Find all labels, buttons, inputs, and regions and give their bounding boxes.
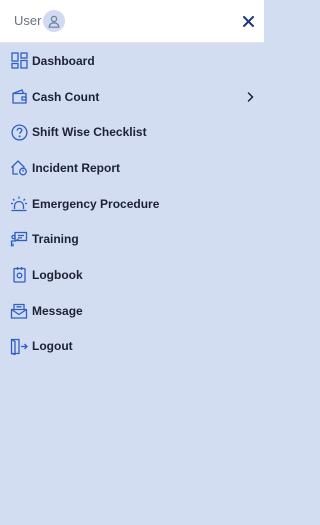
menu-item-message[interactable]: Message — [0, 293, 264, 329]
menu-item-incident-report[interactable]: Incident Report — [0, 150, 264, 186]
menu-label-dashboard: Dashboard — [32, 53, 95, 68]
menu-item-shift-wise-checklist[interactable]: Shift Wise Checklist — [0, 114, 264, 150]
chevron-right-icon[interactable] — [245, 91, 255, 102]
message-icon — [10, 302, 28, 320]
wallet-icon — [10, 88, 28, 106]
menu-label-emergency-procedure: Emergency Procedure — [32, 196, 160, 211]
menu-label-shift-wise-checklist: Shift Wise Checklist — [32, 125, 147, 140]
close-button[interactable] — [238, 11, 258, 31]
user-label: User — [14, 13, 42, 28]
logbook-icon — [10, 266, 28, 284]
alarm-icon — [10, 195, 28, 213]
menu-item-logout[interactable]: Logout — [0, 329, 264, 365]
incident-icon — [10, 159, 28, 177]
menu-item-dashboard[interactable]: Dashboard — [0, 43, 264, 79]
menu-label-incident-report: Incident Report — [32, 160, 121, 175]
drawer-header: User — [0, 0, 264, 43]
menu-label-cash-count: Cash Count — [32, 89, 100, 104]
logout-icon — [10, 337, 28, 355]
menu-item-emergency-procedure[interactable]: Emergency Procedure — [0, 186, 264, 222]
question-circle-icon — [10, 123, 28, 141]
close-icon — [242, 15, 254, 27]
dashboard-icon — [10, 52, 28, 70]
user-icon — [48, 15, 60, 28]
training-icon — [10, 230, 28, 248]
menu-label-message: Message — [32, 303, 83, 318]
menu-item-logbook[interactable]: Logbook — [0, 257, 264, 293]
menu-item-training[interactable]: Training — [0, 221, 264, 257]
menu-label-logout: Logout — [32, 339, 73, 354]
menu-label-logbook: Logbook — [32, 267, 83, 282]
menu-item-cash-count[interactable]: Cash Count — [0, 79, 264, 115]
menu-label-training: Training — [32, 232, 79, 247]
avatar[interactable] — [43, 10, 65, 32]
navigation-menu: Dashboard Cash Count Shift Wise Checklis… — [0, 43, 264, 364]
